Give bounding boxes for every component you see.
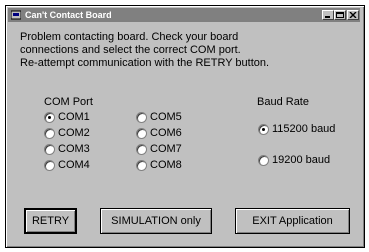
radio-label: COM1 <box>58 111 90 123</box>
radio-label: 115200 baud <box>272 123 336 135</box>
radio-button[interactable] <box>136 159 147 171</box>
radio-com3[interactable]: COM3 <box>44 142 90 156</box>
radio-com2[interactable]: COM2 <box>44 126 90 140</box>
radio-com5[interactable]: COM5 <box>136 110 182 124</box>
radio-com1[interactable]: COM1 <box>44 110 90 124</box>
radio-button[interactable] <box>136 111 147 123</box>
maximize-button[interactable] <box>334 10 346 20</box>
radio-label: COM7 <box>150 143 182 155</box>
radio-label: COM5 <box>150 111 182 123</box>
radio-label: COM2 <box>58 127 90 139</box>
minimize-icon <box>325 16 330 18</box>
title-bar[interactable]: Can't Contact Board <box>8 8 360 22</box>
radio-label: COM3 <box>58 143 90 155</box>
message-line: Problem contacting board. Check your boa… <box>20 31 239 43</box>
radio-label: COM8 <box>150 159 182 171</box>
dialog-window: Can't Contact Board Problem contacting b… <box>5 5 365 248</box>
radio-com6[interactable]: COM6 <box>136 126 182 140</box>
radio-button[interactable] <box>258 154 269 166</box>
simulation-only-button[interactable]: SIMULATION only <box>100 208 212 234</box>
app-icon <box>10 10 22 20</box>
retry-button[interactable]: RETRY <box>24 208 77 234</box>
message-line: connections and select the correct COM p… <box>20 44 241 56</box>
radio-button[interactable] <box>136 143 147 155</box>
window-title: Can't Contact Board <box>25 10 112 20</box>
maximize-icon <box>336 12 344 18</box>
close-button[interactable] <box>347 10 359 20</box>
radio-button[interactable] <box>44 159 55 171</box>
error-message: Problem contacting board. Check your boa… <box>20 31 355 70</box>
radio-label: COM4 <box>58 159 90 171</box>
radio-button[interactable] <box>136 127 147 139</box>
radio-button-checked[interactable] <box>44 111 55 123</box>
exit-application-button[interactable]: EXIT Application <box>235 208 350 234</box>
radio-com8[interactable]: COM8 <box>136 158 182 172</box>
message-line: Re-attempt communication with the RETRY … <box>20 57 270 69</box>
minimize-button[interactable] <box>322 10 334 20</box>
close-icon <box>349 12 357 18</box>
radio-button-checked[interactable] <box>258 123 269 135</box>
radio-label: 19200 baud <box>272 154 331 166</box>
radio-button[interactable] <box>44 143 55 155</box>
radio-com7[interactable]: COM7 <box>136 142 182 156</box>
radio-button[interactable] <box>44 127 55 139</box>
radio-label: COM6 <box>150 127 182 139</box>
radio-com4[interactable]: COM4 <box>44 158 90 172</box>
baud-rate-label: Baud Rate <box>257 96 309 108</box>
radio-baud-115200[interactable]: 115200 baud <box>258 122 335 136</box>
com-port-label: COM Port <box>44 96 93 108</box>
radio-baud-19200[interactable]: 19200 baud <box>258 153 330 167</box>
